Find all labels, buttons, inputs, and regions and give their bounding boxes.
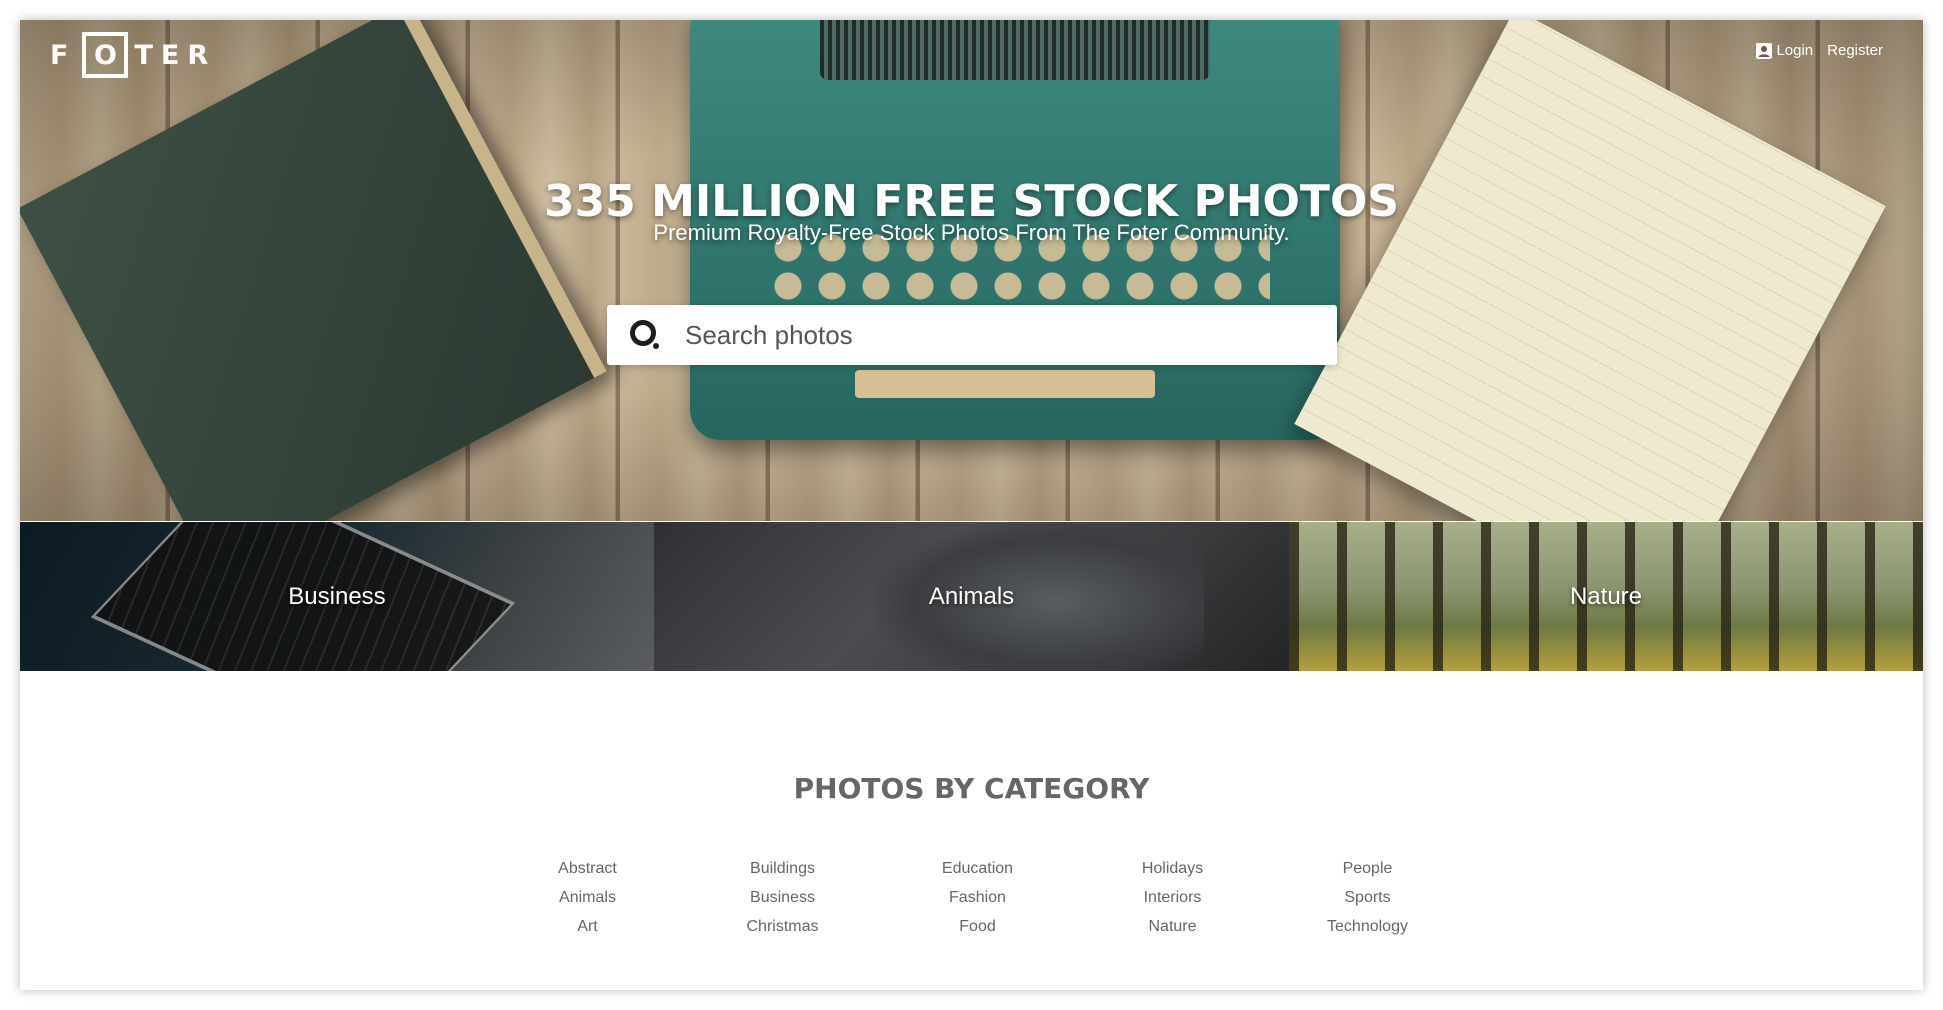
logo-letter-o: O (93, 39, 117, 71)
category-link-fashion[interactable]: Fashion (949, 887, 1006, 909)
tile-nature-label: Nature (1569, 582, 1643, 610)
category-link-christmas[interactable]: Christmas (746, 916, 818, 938)
category-link-food[interactable]: Food (959, 916, 995, 938)
hero-banner: F O TER Login Register 335 MILLION FREE … (20, 20, 1923, 521)
typewriter-roller (820, 20, 1210, 80)
hero-subline: Premium Royalty-Free Stock Photos From T… (653, 220, 1290, 245)
category-link-education[interactable]: Education (942, 858, 1013, 880)
login-link[interactable]: Login (1756, 42, 1813, 59)
category-link-animals[interactable]: Animals (559, 887, 616, 909)
logo-letter-f: F (50, 39, 77, 71)
tile-business[interactable]: Business (20, 522, 654, 671)
register-link[interactable]: Register (1827, 42, 1883, 59)
tile-animals-label: Animals (928, 582, 1015, 610)
category-column: People Sports Technology (1270, 858, 1465, 938)
category-link-people[interactable]: People (1343, 858, 1393, 880)
category-link-art[interactable]: Art (577, 916, 597, 938)
search-bar[interactable] (607, 305, 1337, 365)
category-column: Holidays Interiors Nature (1075, 858, 1270, 938)
hero-book-illustration (20, 20, 607, 521)
category-link-technology[interactable]: Technology (1327, 916, 1408, 938)
category-column: Buildings Business Christmas (685, 858, 880, 938)
logo-letters-ter: TER (134, 39, 217, 71)
featured-category-tiles: Business Animals Nature (20, 522, 1923, 671)
hero-notebook-illustration (1294, 20, 1886, 521)
category-column: Abstract Animals Art (490, 858, 685, 938)
category-link-buildings[interactable]: Buildings (750, 858, 815, 880)
category-column: Education Fashion Food (880, 858, 1075, 938)
category-link-nature[interactable]: Nature (1148, 916, 1196, 938)
categories-grid: Abstract Animals Art Buildings Business … (490, 858, 1465, 938)
typewriter-spacebar (855, 370, 1155, 398)
user-icon (1756, 42, 1773, 59)
category-link-holidays[interactable]: Holidays (1142, 858, 1203, 880)
page-frame: F O TER Login Register 335 MILLION FREE … (20, 20, 1923, 990)
search-input[interactable] (683, 318, 1287, 352)
logo-box: O (82, 32, 129, 78)
category-link-abstract[interactable]: Abstract (558, 858, 617, 880)
foter-logo[interactable]: F O TER (50, 32, 216, 78)
tile-animals[interactable]: Animals (654, 522, 1289, 671)
tile-business-label: Business (288, 582, 386, 610)
categories-heading: PHOTOS BY CATEGORY (793, 772, 1150, 805)
category-link-sports[interactable]: Sports (1344, 887, 1390, 909)
auth-links: Login Register (1756, 42, 1883, 59)
tile-animals-image (874, 522, 1204, 671)
category-link-interiors[interactable]: Interiors (1144, 887, 1202, 909)
search-icon[interactable] (627, 317, 663, 353)
category-link-business[interactable]: Business (750, 887, 815, 909)
tile-nature[interactable]: Nature (1289, 522, 1923, 671)
login-label: Login (1776, 42, 1814, 59)
